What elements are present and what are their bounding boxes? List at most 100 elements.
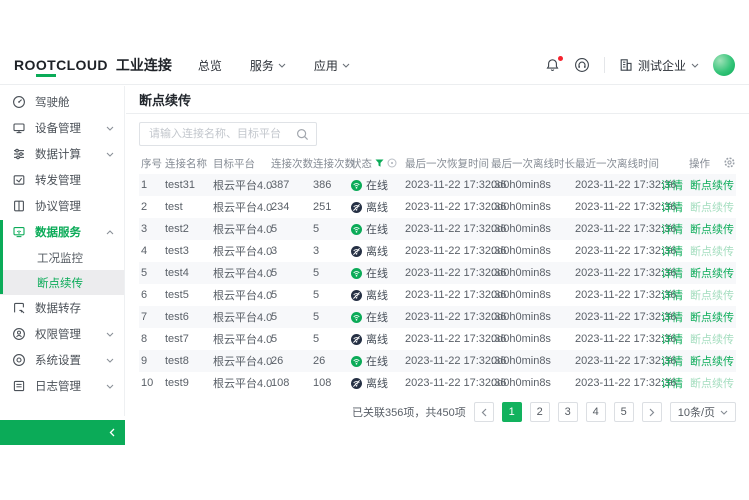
sidebar-collapse-button[interactable] [0, 420, 125, 445]
resume-link[interactable]: 断点续传 [690, 309, 734, 325]
cell-last-recover-time: 2023-11-22 17:32:36 [405, 223, 491, 235]
cell-seq: 1 [139, 179, 165, 191]
table-row: 10 test9 根云平台4.0 108 108 离线 2023-11-22 1… [139, 372, 736, 394]
sidebar-item-condition-monitoring[interactable]: 工况监控 [0, 245, 124, 270]
resume-link[interactable]: 断点续传 [690, 243, 734, 259]
detail-link[interactable]: 详情 [661, 309, 683, 325]
cell-seq: 8 [139, 333, 165, 345]
prev-page-button[interactable] [474, 402, 494, 422]
notification-bell-icon[interactable] [545, 58, 560, 73]
main-content: 断点续传 序号 连接名称 目标平台 连接次数 连接次数 状态 最后一次恢复时间 … [126, 86, 749, 423]
detail-link[interactable]: 详情 [661, 353, 683, 369]
offline-status-icon [351, 246, 362, 257]
cell-last-offline-duration: 0d0h0min8s [491, 223, 575, 235]
table-row: 2 test 根云平台4.0 234 251 离线 2023-11-22 17:… [139, 196, 736, 218]
sidebar-group-data-services: 数据服务 工况监控 断点续传 [0, 219, 124, 295]
user-avatar[interactable] [713, 54, 735, 76]
nav-item-services[interactable]: 服务 [250, 57, 286, 74]
column-settings-gear-icon[interactable] [723, 156, 736, 169]
cell-target-platform: 根云平台4.0 [213, 309, 271, 325]
headset-icon[interactable] [574, 57, 590, 73]
detail-link[interactable]: 详情 [661, 265, 683, 281]
sidebar-item-permission-management[interactable]: 权限管理 [0, 321, 124, 347]
cell-seq: 5 [139, 267, 165, 279]
table-row: 6 test5 根云平台4.0 5 5 离线 2023-11-22 17:32:… [139, 284, 736, 306]
forward-icon [12, 173, 26, 187]
search-input[interactable] [147, 127, 290, 141]
cell-last-offline-time: 2023-11-22 17:32:36 [575, 201, 661, 213]
resume-link[interactable]: 断点续传 [690, 265, 734, 281]
cell-connection-name: test3 [165, 245, 213, 257]
table-body: 1 test31 根云平台4.0 387 386 在线 2023-11-22 1… [139, 174, 736, 394]
page-button-4[interactable]: 4 [586, 402, 606, 422]
cell-connection-name: test2 [165, 223, 213, 235]
cell-status: 在线 [351, 177, 405, 193]
cell-connect-count: 5 [271, 289, 313, 301]
nav-item-applications[interactable]: 应用 [314, 57, 350, 74]
org-switcher[interactable]: 测试企业 [619, 57, 699, 74]
detail-link[interactable]: 详情 [661, 199, 683, 215]
brand-logo[interactable]: ROOTCLOUD 工业连接 [14, 55, 172, 75]
resume-link[interactable]: 断点续传 [690, 177, 734, 193]
cell-target-platform: 根云平台4.0 [213, 199, 271, 215]
help-circle-icon[interactable] [387, 158, 397, 168]
filter-funnel-icon[interactable] [375, 159, 384, 168]
page-button-1[interactable]: 1 [502, 402, 522, 422]
sidebar-item-data-services[interactable]: 数据服务 [0, 219, 124, 245]
resume-link[interactable]: 断点续传 [690, 287, 734, 303]
resume-link[interactable]: 断点续传 [690, 199, 734, 215]
cell-connect-count: 5 [271, 333, 313, 345]
nav-item-overview[interactable]: 总览 [198, 57, 222, 74]
gauge-icon [12, 95, 26, 109]
notification-dot [558, 56, 563, 61]
cell-last-offline-time: 2023-11-22 17:32:36 [575, 289, 661, 301]
logo-text: ROOTCLOUD [14, 57, 108, 73]
sidebar-item-data-dump[interactable]: 数据转存 [0, 295, 124, 321]
sidebar-item-forward-management[interactable]: 转发管理 [0, 167, 124, 193]
column-header-last-recover-time: 最后一次恢复时间 [405, 156, 491, 171]
detail-link[interactable]: 详情 [661, 287, 683, 303]
detail-link[interactable]: 详情 [661, 243, 683, 259]
next-page-button[interactable] [642, 402, 662, 422]
page-size-select[interactable]: 10条/页 [670, 402, 736, 422]
cell-connection-name: test4 [165, 267, 213, 279]
page-button-5[interactable]: 5 [614, 402, 634, 422]
detail-link[interactable]: 详情 [661, 375, 683, 391]
sidebar-item-protocol-management[interactable]: 协议管理 [0, 193, 124, 219]
chevron-down-icon [720, 410, 728, 415]
sidebar-item-cockpit[interactable]: 驾驶舱 [0, 89, 124, 115]
sidebar-item-data-computing[interactable]: 数据计算 [0, 141, 124, 167]
cell-last-offline-duration: 0d0h0min8s [491, 355, 575, 367]
sidebar-item-system-settings[interactable]: 系统设置 [0, 347, 124, 373]
cell-last-offline-time: 2023-11-22 17:32:36 [575, 223, 661, 235]
column-header-last-offline-time: 最近一次离线时间 [575, 156, 661, 171]
column-header-seq: 序号 [139, 156, 165, 171]
cell-seq: 6 [139, 289, 165, 301]
cell-last-offline-time: 2023-11-22 17:32:36 [575, 311, 661, 323]
sidebar-item-log-management[interactable]: 日志管理 [0, 373, 124, 399]
search-icon[interactable] [296, 128, 309, 141]
cell-status: 在线 [351, 353, 405, 369]
resume-link[interactable]: 断点续传 [690, 375, 734, 391]
resume-link[interactable]: 断点续传 [690, 331, 734, 347]
cell-connection-name: test8 [165, 355, 213, 367]
resume-link[interactable]: 断点续传 [690, 353, 734, 369]
page-button-2[interactable]: 2 [530, 402, 550, 422]
sidebar-item-device-management[interactable]: 设备管理 [0, 115, 124, 141]
table-row: 4 test3 根云平台4.0 3 3 离线 2023-11-22 17:32:… [139, 240, 736, 262]
org-name: 测试企业 [638, 57, 686, 74]
cell-connection-name: test [165, 201, 213, 213]
chevron-left-icon [109, 428, 115, 437]
cell-connect-count-2: 26 [313, 355, 351, 367]
sidebar-item-breakpoint-resume[interactable]: 断点续传 [0, 270, 124, 295]
cell-last-recover-time: 2023-11-22 17:32:36 [405, 355, 491, 367]
resume-link[interactable]: 断点续传 [690, 221, 734, 237]
detail-link[interactable]: 详情 [661, 177, 683, 193]
cell-last-offline-time: 2023-11-22 17:32:36 [575, 355, 661, 367]
page-button-3[interactable]: 3 [558, 402, 578, 422]
cell-status: 离线 [351, 199, 405, 215]
cell-connection-name: test5 [165, 289, 213, 301]
detail-link[interactable]: 详情 [661, 331, 683, 347]
detail-link[interactable]: 详情 [661, 221, 683, 237]
data-service-icon [12, 225, 26, 239]
